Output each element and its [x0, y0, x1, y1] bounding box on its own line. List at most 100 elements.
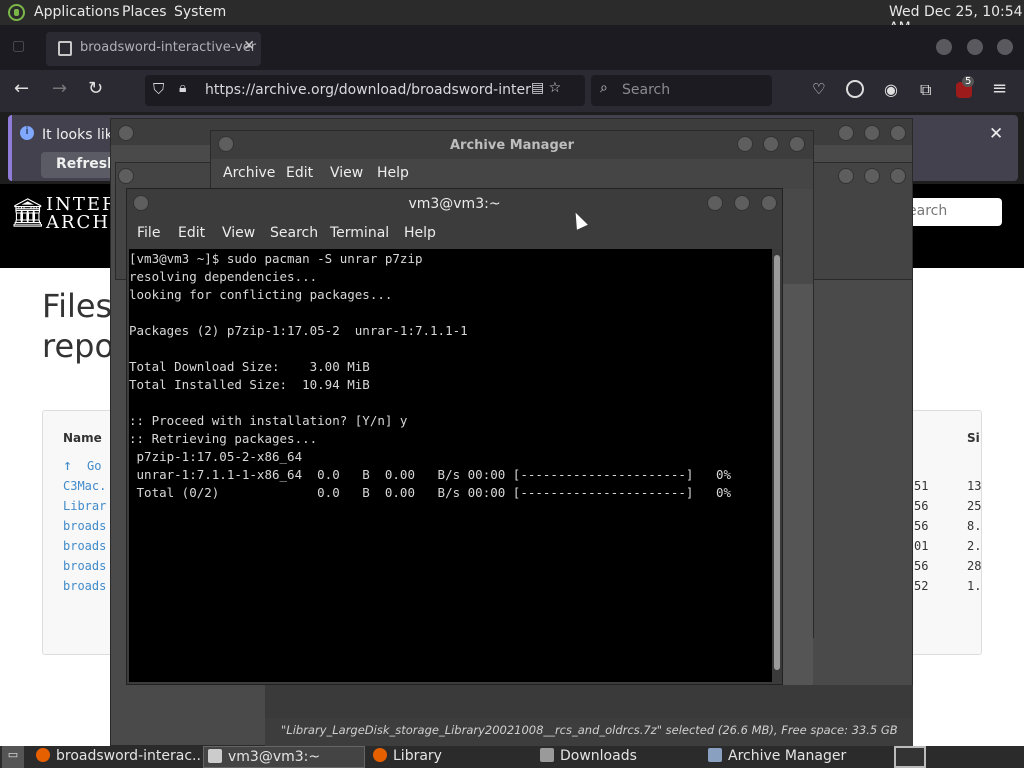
archive-manager-menubar: Archive Edit View Help	[211, 159, 813, 189]
terminal-icon	[208, 749, 222, 763]
workspace-switcher[interactable]	[894, 746, 926, 768]
menu-edit[interactable]: Edit	[286, 165, 313, 181]
circle-icon[interactable]	[846, 80, 864, 98]
terminal-scrollbar[interactable]	[772, 249, 782, 682]
close-button[interactable]	[890, 168, 906, 184]
minimize-button[interactable]	[737, 136, 753, 152]
browser-close-button[interactable]	[997, 39, 1013, 55]
menu-search[interactable]: Search	[270, 225, 318, 241]
terminal-menubar: File Edit View Search Terminal Help	[127, 219, 782, 249]
maximize-button[interactable]	[864, 125, 880, 141]
menu-applications[interactable]: Applications	[34, 4, 120, 20]
taskbar-item-downloads[interactable]: Downloads	[540, 746, 700, 768]
menu-archive[interactable]: Archive	[223, 165, 275, 181]
shield-icon[interactable]: ⛉	[153, 80, 164, 98]
terminal-line: resolving dependencies...	[129, 269, 318, 284]
window-menu-button[interactable]	[118, 125, 134, 141]
terminal-screen[interactable]: [vm3@vm3 ~]$ sudo pacman -S unrar p7zip r…	[129, 249, 772, 682]
minimize-button[interactable]	[838, 168, 854, 184]
menu-edit[interactable]: Edit	[178, 225, 205, 241]
column-header-name[interactable]: Name	[63, 431, 102, 445]
firefox-icon	[36, 748, 50, 762]
terminal-window[interactable]: vm3@vm3:~ File Edit View Search Terminal…	[126, 188, 783, 685]
ia-search-input[interactable]: earch	[900, 198, 1002, 226]
maximize-button[interactable]	[763, 136, 779, 152]
maximize-button[interactable]	[734, 195, 750, 211]
minimize-button[interactable]	[707, 195, 723, 211]
size-cell: 2.	[967, 539, 982, 553]
terminal-line: looking for conflicting packages...	[129, 287, 393, 302]
menu-system[interactable]: System	[174, 4, 226, 20]
archive-icon	[708, 748, 722, 762]
ia-page-title: Files repo	[42, 287, 115, 365]
menu-help[interactable]: Help	[377, 165, 409, 181]
file-link[interactable]: broads	[63, 579, 106, 593]
terminal-line: Packages (2) p7zip-1:17.05-2 unrar-1:7.1…	[129, 323, 468, 338]
window-menu-button[interactable]	[118, 168, 134, 184]
window-menu-button[interactable]	[218, 136, 234, 152]
terminal-title: vm3@vm3:~	[408, 196, 501, 212]
close-button[interactable]	[789, 136, 805, 152]
back-arrow-icon[interactable]: ←	[14, 78, 29, 99]
file-link[interactable]: C3Mac.	[63, 479, 106, 493]
terminal-line: Total Download Size: 3.00 MiB	[129, 359, 370, 374]
modified-cell: 56	[914, 559, 929, 573]
taskbar: ▭ broadsword-interac... vm3@vm3:~ Librar…	[0, 746, 1024, 768]
taskbar-item-terminal[interactable]: vm3@vm3:~	[203, 746, 365, 768]
file-link[interactable]: broads	[63, 539, 106, 553]
browser-tab[interactable]: broadsword-interactive-ver ✕	[46, 32, 261, 66]
go-up-icon[interactable]: ↑	[63, 456, 72, 474]
reader-view-icon[interactable]: ▤ ☆	[531, 80, 585, 96]
extensions-icon[interactable]: ⧉	[920, 80, 931, 100]
modified-cell: 01	[914, 539, 929, 553]
pocket-icon[interactable]: ♡	[812, 80, 825, 98]
browser-minimize-button[interactable]	[936, 39, 952, 55]
info-icon: i	[20, 126, 34, 140]
ia-logo-icon[interactable]: 🏛︎	[10, 196, 46, 229]
account-icon[interactable]: ◉	[884, 80, 898, 99]
file-link[interactable]: Librar	[63, 499, 106, 513]
menu-file[interactable]: File	[137, 225, 160, 241]
terminal-line: :: Retrieving packages...	[129, 431, 318, 446]
forward-arrow-icon[interactable]: →	[52, 78, 67, 99]
maximize-button[interactable]	[864, 168, 880, 184]
size-cell: 28	[967, 559, 982, 573]
menu-view[interactable]: View	[330, 165, 363, 181]
taskbar-item-archive-manager[interactable]: Archive Manager	[708, 746, 888, 768]
search-bar[interactable]: ⌕ Search	[591, 75, 772, 106]
file-link[interactable]: broads	[63, 519, 106, 533]
url-bar[interactable]: ⛉ 🔒︎ https://archive.org/download/broads…	[145, 75, 585, 106]
menu-view[interactable]: View	[222, 225, 255, 241]
browser-maximize-button[interactable]	[967, 39, 983, 55]
show-desktop-icon[interactable]: ▭	[2, 746, 24, 768]
menu-places[interactable]: Places	[122, 4, 167, 20]
tab-close-icon[interactable]: ✕	[243, 38, 255, 54]
file-link[interactable]: broads	[63, 559, 106, 573]
close-button[interactable]	[890, 125, 906, 141]
menu-terminal[interactable]: Terminal	[330, 225, 389, 241]
file-link[interactable]: Go	[87, 459, 101, 473]
distro-logo-icon[interactable]	[8, 4, 25, 21]
modified-cell: 56	[914, 519, 929, 533]
terminal-line: unrar-1:7.1.1-1-x86_64 0.0 B 0.00 B/s 00…	[129, 467, 732, 482]
close-button[interactable]	[761, 195, 777, 211]
reload-icon[interactable]: ↻	[88, 78, 103, 99]
tab-overview-icon[interactable]: ▢	[12, 38, 25, 54]
minimize-button[interactable]	[838, 125, 854, 141]
size-cell: 13	[967, 479, 982, 493]
top-panel: Applications Places System Wed Dec 25, 1…	[0, 0, 1024, 36]
info-close-icon[interactable]: ✕	[989, 124, 1003, 144]
taskbar-item-library[interactable]: Library	[373, 746, 533, 768]
column-header-size[interactable]: Si	[967, 431, 980, 445]
terminal-output: [vm3@vm3 ~]$ sudo pacman -S unrar p7zip r…	[129, 250, 731, 502]
size-cell: 1.	[967, 579, 982, 593]
menu-help[interactable]: Help	[404, 225, 436, 241]
terminal-line: Total Installed Size: 10.94 MiB	[129, 377, 370, 392]
hamburger-menu-icon[interactable]: ≡	[992, 78, 1007, 99]
taskbar-item-firefox[interactable]: broadsword-interac...	[36, 746, 200, 768]
window-menu-button[interactable]	[133, 195, 149, 211]
lock-icon[interactable]: 🔒︎	[179, 80, 186, 96]
folder-icon	[540, 748, 554, 762]
